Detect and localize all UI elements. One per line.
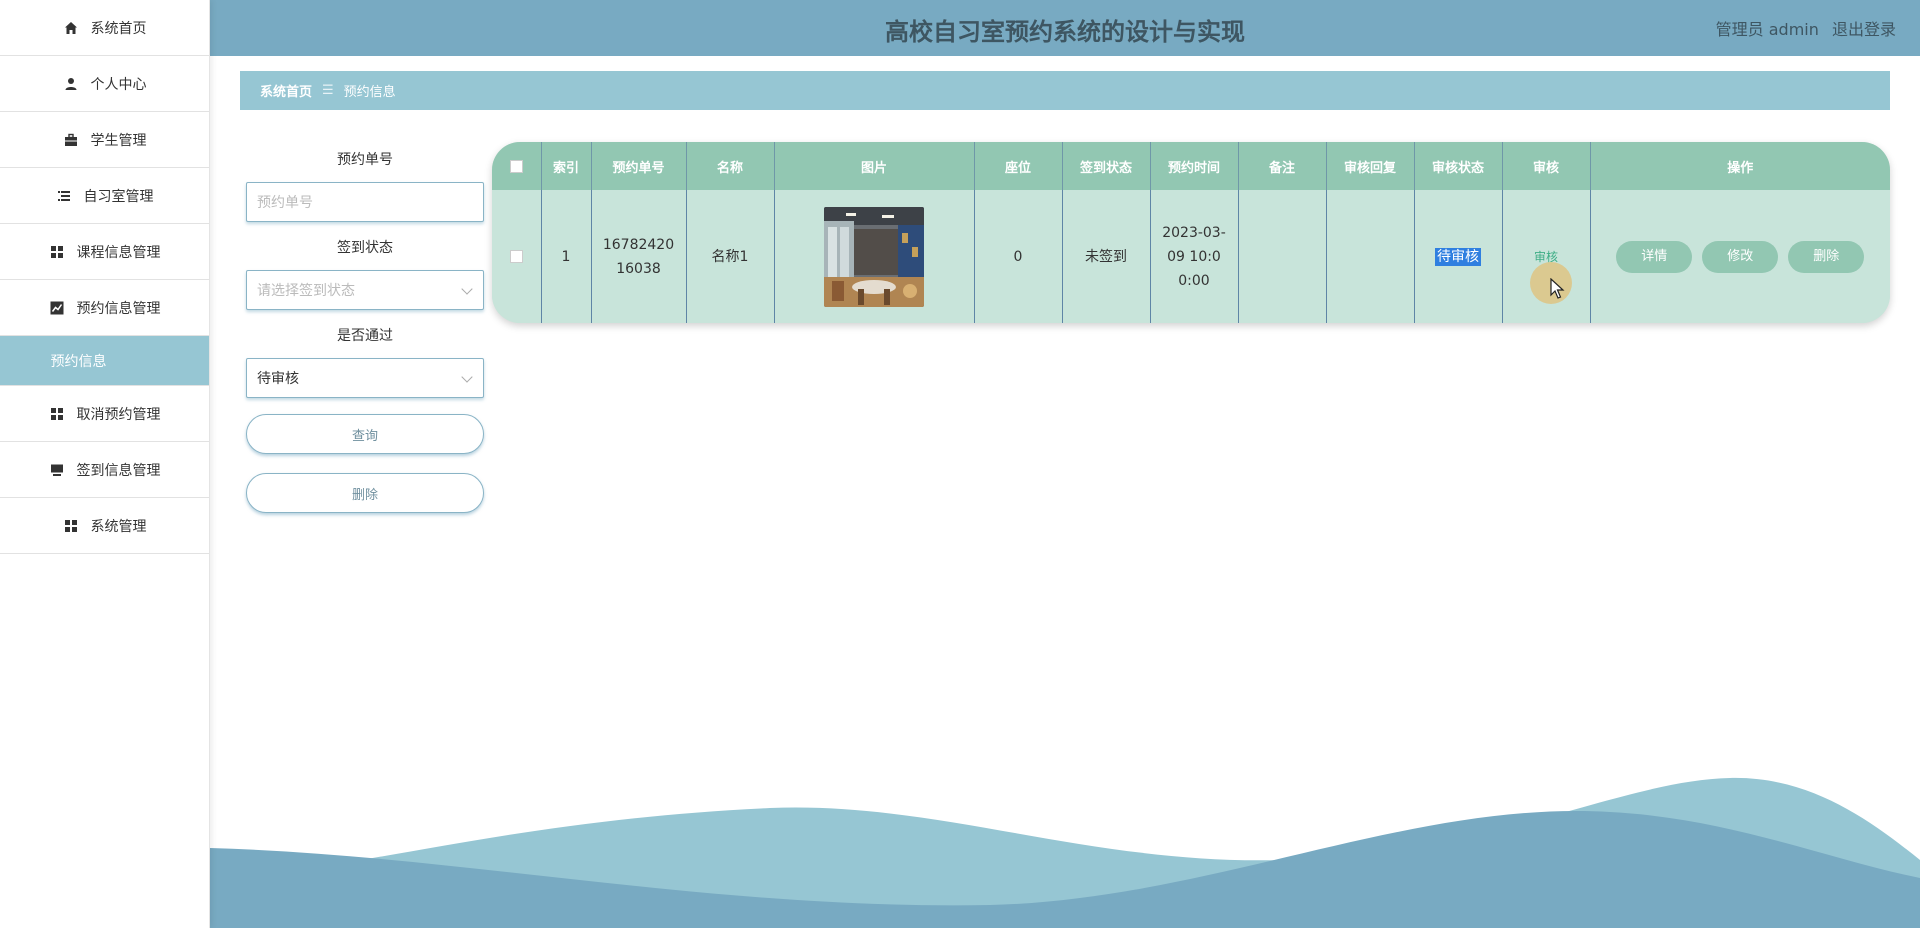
column-header: 签到状态 (1062, 142, 1151, 190)
menu-separator-icon: ☰ (322, 83, 334, 98)
top-header: 高校自习室预约系统的设计与实现 管理员 admin 退出登录 (210, 0, 1920, 56)
pass-select-value: 待审核 (257, 371, 299, 387)
sidebar-item-courses[interactable]: 课程信息管理 (0, 224, 209, 280)
sidebar-item-students[interactable]: 学生管理 (0, 112, 209, 168)
filter-panel: 预约单号 预约单号 签到状态 请选择签到状态 是否通过 待审核 查询 删除 (246, 150, 484, 513)
column-header: 审核 (1502, 142, 1591, 190)
sidebar-item-checkins[interactable]: 签到信息管理 (0, 442, 209, 498)
pass-select[interactable]: 待审核 (246, 358, 484, 398)
admin-user-label: 管理员 admin (1715, 20, 1819, 39)
select-all-cell (492, 142, 542, 190)
review-status-text: 待审核 (1435, 247, 1481, 266)
sidebar-item-study-rooms[interactable]: 自习室管理 (0, 168, 209, 224)
edit-button[interactable]: 修改 (1702, 240, 1779, 273)
sidebar-item-label: 系统首页 (90, 20, 147, 37)
order-no-placeholder: 预约单号 (257, 195, 313, 211)
review-reply-cell (1326, 190, 1415, 323)
column-header: 预约时间 (1150, 142, 1239, 190)
grid-icon (49, 244, 65, 260)
checkin-status-select[interactable]: 请选择签到状态 (246, 270, 484, 310)
reservation-table: 索引 预约单号 名称 图片 座位 签到状态 预约时间 备注 审核回复 审核状态 … (492, 142, 1890, 323)
grid-icon (63, 518, 79, 534)
column-header: 座位 (974, 142, 1063, 190)
sidebar-item-reservations-manage[interactable]: 预约信息管理 (0, 280, 209, 336)
chart-icon (49, 300, 65, 316)
app-title: 高校自习室预约系统的设计与实现 (885, 18, 1245, 46)
delete-button[interactable]: 删除 (1788, 240, 1865, 273)
grid-icon (49, 406, 65, 422)
time-cell: 2023-03-09 10:00:00 (1150, 190, 1239, 323)
remark-cell (1238, 190, 1327, 323)
decorative-waves (210, 777, 1920, 928)
room-photo (824, 206, 924, 307)
breadcrumb-home-link[interactable]: 系统首页 (260, 81, 312, 100)
sidebar-item-label: 学生管理 (90, 132, 147, 149)
monitor-icon (49, 462, 65, 478)
sidebar-item-cancellations[interactable]: 取消预约管理 (0, 386, 209, 442)
order-no-label: 预约单号 (337, 152, 393, 168)
column-header: 备注 (1238, 142, 1327, 190)
list-icon (56, 188, 72, 204)
batch-delete-button[interactable]: 删除 (246, 473, 484, 513)
column-header: 名称 (686, 142, 775, 190)
column-header: 操作 (1590, 142, 1890, 190)
briefcase-icon (63, 132, 79, 148)
detail-button[interactable]: 详情 (1616, 240, 1693, 273)
sidebar-item-home[interactable]: 系统首页 (0, 0, 209, 56)
table-row: 1 1678242016038 名称1 0 未签到 2023-03-09 10:… (492, 190, 1890, 323)
sidebar-item-label: 预约信息管理 (76, 300, 161, 317)
seat-cell: 0 (974, 190, 1063, 323)
sidebar-item-label: 系统管理 (90, 518, 147, 535)
column-header: 审核回复 (1326, 142, 1415, 190)
table-header-row: 索引 预约单号 名称 图片 座位 签到状态 预约时间 备注 审核回复 审核状态 … (492, 142, 1890, 190)
name-cell: 名称1 (686, 190, 775, 323)
sidebar-item-label: 课程信息管理 (76, 244, 161, 261)
column-header: 索引 (541, 142, 592, 190)
user-icon (63, 76, 79, 92)
checkin-status-cell: 未签到 (1062, 190, 1151, 323)
home-icon (63, 20, 79, 36)
select-all-checkbox[interactable] (509, 159, 523, 173)
sidebar-item-system[interactable]: 系统管理 (0, 498, 209, 554)
row-checkbox[interactable] (509, 250, 523, 263)
image-cell (774, 190, 975, 323)
mouse-cursor-icon (1550, 278, 1565, 299)
order-no-input[interactable]: 预约单号 (246, 182, 484, 222)
review-status-cell: 待审核 (1414, 190, 1503, 323)
breadcrumb: 系统首页 ☰ 预约信息 (240, 71, 1890, 110)
row-select-cell (492, 190, 542, 323)
sidebar: 系统首页 个人中心 学生管理 自习室管理 课程信息管理 预约信息管理 预约信息 (0, 0, 210, 928)
checkin-status-label: 签到状态 (337, 240, 393, 256)
order-no-text: 1678242016038 (602, 236, 675, 277)
sidebar-item-profile[interactable]: 个人中心 (0, 56, 209, 112)
sidebar-subitem-reservations[interactable]: 预约信息 (0, 336, 209, 386)
breadcrumb-current: 预约信息 (343, 85, 396, 100)
sidebar-item-label: 个人中心 (90, 76, 147, 93)
sidebar-item-label: 取消预约管理 (76, 406, 161, 423)
operations-cell: 详情 修改 删除 (1590, 190, 1890, 323)
column-header: 审核状态 (1414, 142, 1503, 190)
user-area: 管理员 admin 退出登录 (1708, 16, 1896, 40)
order-no-cell: 1678242016038 (591, 190, 687, 323)
sidebar-item-label: 自习室管理 (83, 188, 154, 205)
column-header: 预约单号 (591, 142, 687, 190)
sidebar-item-label: 预约信息 (50, 353, 107, 370)
pass-label: 是否通过 (337, 328, 393, 344)
checkin-status-placeholder: 请选择签到状态 (257, 283, 355, 299)
chevron-down-icon (461, 371, 473, 383)
column-header: 图片 (774, 142, 975, 190)
sidebar-item-label: 签到信息管理 (76, 462, 161, 479)
logout-link[interactable]: 退出登录 (1832, 20, 1896, 39)
index-cell: 1 (541, 190, 592, 323)
chevron-down-icon (461, 283, 473, 295)
time-text: 2023-03-09 10:00:00 (1162, 224, 1226, 289)
query-button[interactable]: 查询 (246, 414, 484, 454)
